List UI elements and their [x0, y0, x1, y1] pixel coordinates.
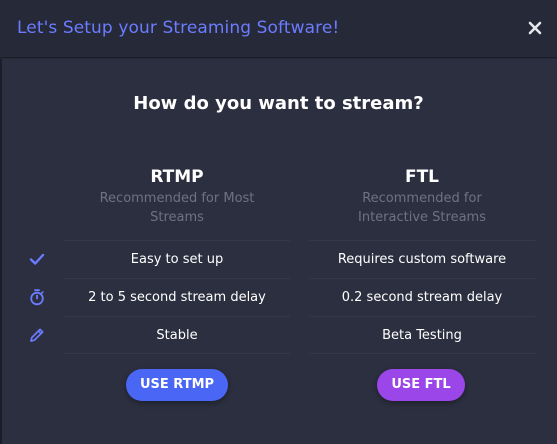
comparison-row-setup: Easy to set up Requires custom software: [0, 240, 557, 278]
rtmp-delay-cell: 2 to 5 second stream delay: [64, 278, 290, 316]
checkmark-icon: [27, 249, 47, 269]
comparison-row-stability: Stable Beta Testing: [0, 316, 557, 354]
use-rtmp-button[interactable]: USE RTMP: [126, 369, 228, 401]
close-icon[interactable]: [525, 18, 545, 38]
rtmp-title: RTMP: [150, 167, 204, 187]
page-question: How do you want to stream?: [133, 93, 424, 114]
dialog-title: Let's Setup your Streaming Software!: [17, 18, 340, 38]
rtmp-column-header: RTMP Recommended for Most Streams: [64, 167, 290, 227]
pencil-icon: [27, 325, 47, 345]
ftl-stability-cell: Beta Testing: [309, 316, 535, 354]
use-ftl-button[interactable]: USE FTL: [377, 369, 465, 401]
ftl-title: FTL: [404, 167, 440, 187]
rtmp-stability-cell: Stable: [64, 316, 290, 354]
ftl-delay-cell: 0.2 second stream delay: [309, 278, 535, 316]
rtmp-setup-cell: Easy to set up: [64, 240, 290, 278]
dialog-header: Let's Setup your Streaming Software!: [0, 0, 557, 58]
rtmp-subtitle: Recommended for Most Streams: [99, 191, 255, 225]
ftl-subtitle: Recommended for Interactive Streams: [358, 191, 486, 225]
comparison-row-delay: 2 to 5 second stream delay 0.2 second st…: [0, 278, 557, 316]
ftl-column-header: FTL Recommended for Interactive Streams: [309, 167, 535, 227]
ftl-setup-cell: Requires custom software: [309, 240, 535, 278]
stopwatch-icon: [27, 287, 47, 307]
